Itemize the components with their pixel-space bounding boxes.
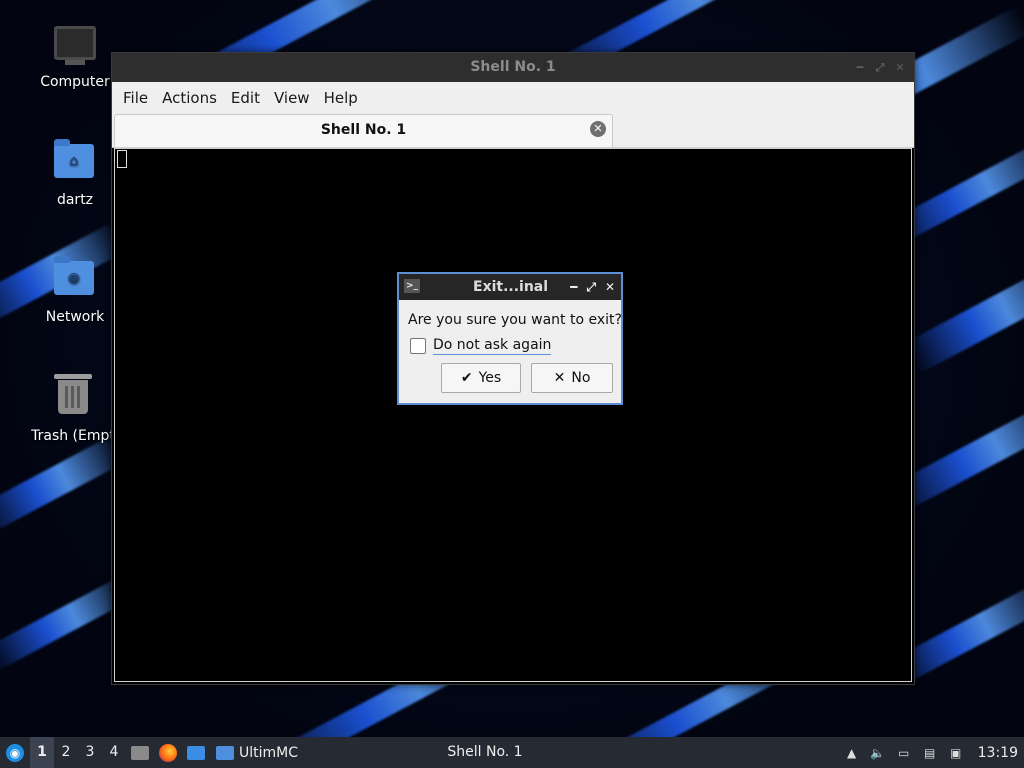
do-not-ask-checkbox[interactable]	[410, 338, 426, 354]
desktop-icon-label: dartz	[56, 192, 94, 208]
desktop-icon-label: Computer	[40, 74, 110, 90]
maximize-icon[interactable]: ⤢	[874, 53, 886, 82]
exit-dialog: >_ Exit...inal ━ ⤢ ✕ Are you sure you wa…	[397, 272, 623, 405]
no-button[interactable]: ✕ No	[531, 363, 613, 393]
menu-help[interactable]: Help	[317, 89, 365, 107]
workspace-4[interactable]: 4	[102, 737, 126, 768]
workspace-2[interactable]: 2	[54, 737, 78, 768]
menu-view[interactable]: View	[267, 89, 317, 107]
window-titlebar[interactable]: Shell No. 1 ━ ⤢ ✕	[112, 53, 914, 82]
desktop-icon-network[interactable]: ◉ Network	[25, 256, 125, 325]
update-notifier-icon[interactable]: ▣	[948, 745, 964, 761]
tray-arrow-icon[interactable]: ▲	[844, 745, 860, 761]
close-icon[interactable]: ✕	[894, 53, 906, 82]
task-ultimmc[interactable]: UltimMC	[210, 737, 304, 768]
tab-close-icon[interactable]: ✕	[590, 121, 606, 137]
workspace-3[interactable]: 3	[78, 737, 102, 768]
taskbar: ◉ 1 2 3 4 UltimMC Shell No. 1 ▲ 🔈 ▭ ▤ ▣ …	[0, 737, 1024, 768]
computer-icon	[54, 26, 96, 68]
menu-edit[interactable]: Edit	[224, 89, 267, 107]
file-manager-launcher[interactable]	[126, 737, 154, 768]
dialog-titlebar[interactable]: >_ Exit...inal ━ ⤢ ✕	[399, 274, 621, 300]
desktop-icon	[187, 745, 205, 760]
no-button-label: No	[571, 370, 591, 386]
workspace-1[interactable]: 1	[30, 737, 54, 768]
menubar: File Actions Edit View Help	[112, 82, 914, 113]
check-icon: ✔	[460, 370, 473, 386]
tab-shell-1[interactable]: Shell No. 1 ✕	[114, 114, 613, 147]
folder-icon	[216, 745, 234, 760]
terminal-area[interactable]	[114, 148, 912, 682]
menu-file[interactable]: File	[116, 89, 155, 107]
desktop-icon-label: Network	[45, 309, 105, 325]
dialog-close-icon[interactable]: ✕	[605, 280, 615, 294]
menu-actions[interactable]: Actions	[155, 89, 224, 107]
clipboard-icon[interactable]: ▤	[922, 745, 938, 761]
terminal-icon: >_	[404, 279, 420, 293]
trash-icon	[52, 374, 94, 422]
yes-button[interactable]: ✔ Yes	[441, 363, 521, 393]
terminal-cursor	[117, 150, 127, 168]
x-icon: ✕	[553, 370, 566, 386]
system-tray: ▲ 🔈 ▭ ▤ ▣ 13:19	[844, 737, 1024, 768]
do-not-ask-label[interactable]: Do not ask again	[433, 337, 552, 355]
firefox-launcher[interactable]	[154, 737, 182, 768]
yes-button-label: Yes	[478, 370, 502, 386]
minimize-icon[interactable]: ━	[854, 53, 866, 82]
lubuntu-logo-icon: ◉	[6, 743, 24, 762]
dialog-minimize-icon[interactable]: ━	[570, 280, 577, 294]
file-manager-icon	[131, 745, 149, 760]
volume-icon[interactable]: 🔈	[870, 745, 886, 761]
firefox-icon	[159, 743, 177, 762]
home-folder-icon: ⌂	[54, 139, 96, 186]
dialog-title: Exit...inal	[473, 279, 549, 295]
tab-label: Shell No. 1	[320, 122, 407, 138]
show-desktop-button[interactable]	[182, 737, 210, 768]
window-title: Shell No. 1	[470, 59, 556, 75]
desktop-icon-home[interactable]: ⌂ dartz	[25, 139, 125, 208]
task-shell-no-1[interactable]: Shell No. 1	[420, 737, 550, 768]
task-ultimmc-label: UltimMC	[239, 744, 299, 761]
do-not-ask-checkbox-row[interactable]: Do not ask again	[410, 337, 552, 355]
network-folder-icon: ◉	[54, 256, 96, 303]
dialog-message: Are you sure you want to exit?	[408, 312, 622, 328]
start-menu-button[interactable]: ◉	[0, 737, 30, 768]
dialog-maximize-icon[interactable]: ⤢	[586, 280, 596, 295]
clock[interactable]: 13:19	[974, 745, 1018, 761]
network-icon[interactable]: ▭	[896, 745, 912, 761]
desktop-icon-computer[interactable]: Computer	[25, 22, 125, 90]
tab-bar: Shell No. 1 ✕	[112, 113, 914, 148]
